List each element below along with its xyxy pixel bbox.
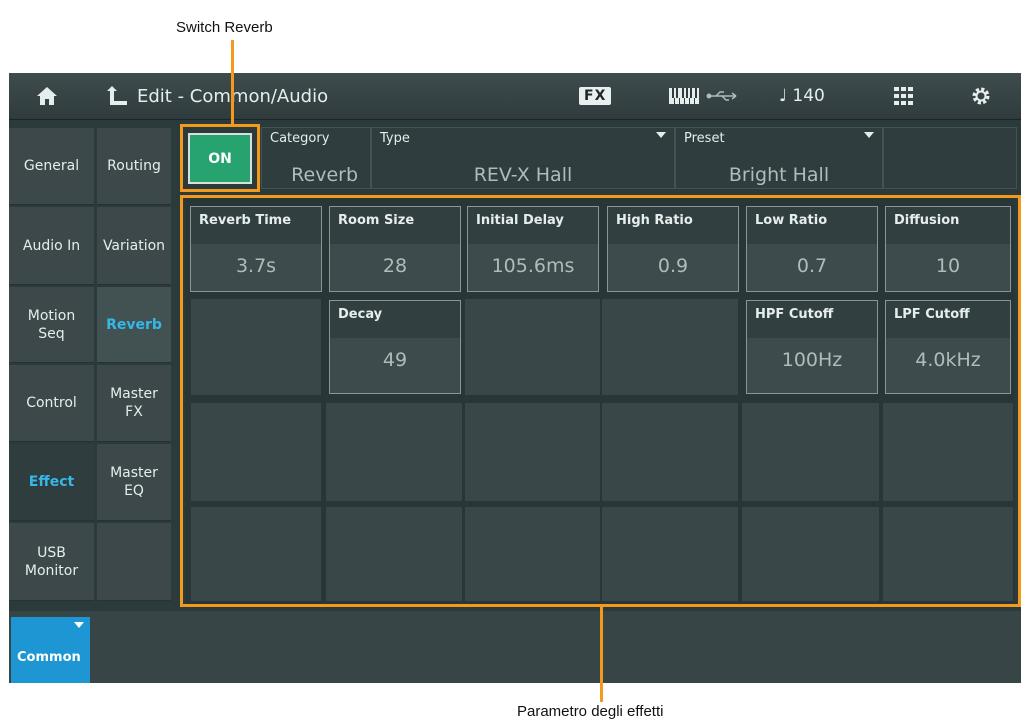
callout-box-parameters — [180, 195, 1021, 607]
callout-line-top — [231, 40, 234, 124]
common-tab[interactable]: Common — [11, 617, 90, 683]
nav-control[interactable]: Control — [9, 365, 94, 442]
chevron-down-icon — [656, 132, 666, 138]
nav-motion-seq[interactable]: Motion Seq — [9, 287, 94, 363]
empty-header-cell — [883, 127, 1017, 189]
preset-value: Bright Hall — [728, 164, 830, 186]
type-dropdown[interactable]: Type REV-X Hall — [371, 127, 675, 189]
annotation-effect-parameters: Parametro degli effetti — [517, 703, 664, 720]
home-icon[interactable] — [35, 73, 59, 119]
annotation-switch-reverb: Switch Reverb — [176, 19, 273, 36]
nav-effect[interactable]: Effect — [9, 444, 94, 521]
usb-icon — [706, 73, 742, 119]
nav-master-eq[interactable]: Master EQ — [97, 444, 171, 521]
preset-dropdown[interactable]: Preset Bright Hall — [675, 127, 883, 189]
chevron-down-icon — [864, 132, 874, 138]
nav-audio-in[interactable]: Audio In — [9, 207, 94, 285]
gear-icon[interactable] — [971, 73, 991, 119]
category-field[interactable]: Category Reverb — [261, 127, 371, 189]
fx-indicator: FX — [579, 73, 612, 119]
callout-line-bottom — [600, 607, 603, 702]
nav-empty — [97, 523, 171, 601]
category-label: Category — [270, 131, 330, 146]
bottom-bar — [9, 611, 1021, 683]
nav-reverb[interactable]: Reverb — [97, 287, 171, 363]
type-label: Type — [380, 131, 410, 146]
keyboard-icon — [669, 73, 699, 119]
callout-box-switch — [180, 124, 260, 192]
back-icon[interactable] — [106, 73, 128, 119]
nav-usb-monitor[interactable]: USB Monitor — [9, 523, 94, 601]
tempo-display[interactable]: ♩ 140 — [779, 73, 825, 119]
nav-routing[interactable]: Routing — [97, 128, 171, 205]
common-tab-label: Common — [17, 650, 81, 665]
top-bar: Edit - Common/Audio FX ♩ 140 — [9, 73, 1021, 120]
nav-master-fx[interactable]: Master FX — [97, 365, 171, 442]
nav-variation[interactable]: Variation — [97, 207, 171, 285]
nav-general[interactable]: General — [9, 128, 94, 205]
preset-label: Preset — [684, 131, 725, 146]
grid-icon[interactable] — [894, 73, 914, 119]
chevron-down-icon — [74, 622, 84, 628]
category-value: Reverb — [291, 164, 358, 186]
fx-badge: FX — [579, 87, 612, 105]
type-value: REV-X Hall — [473, 164, 573, 186]
